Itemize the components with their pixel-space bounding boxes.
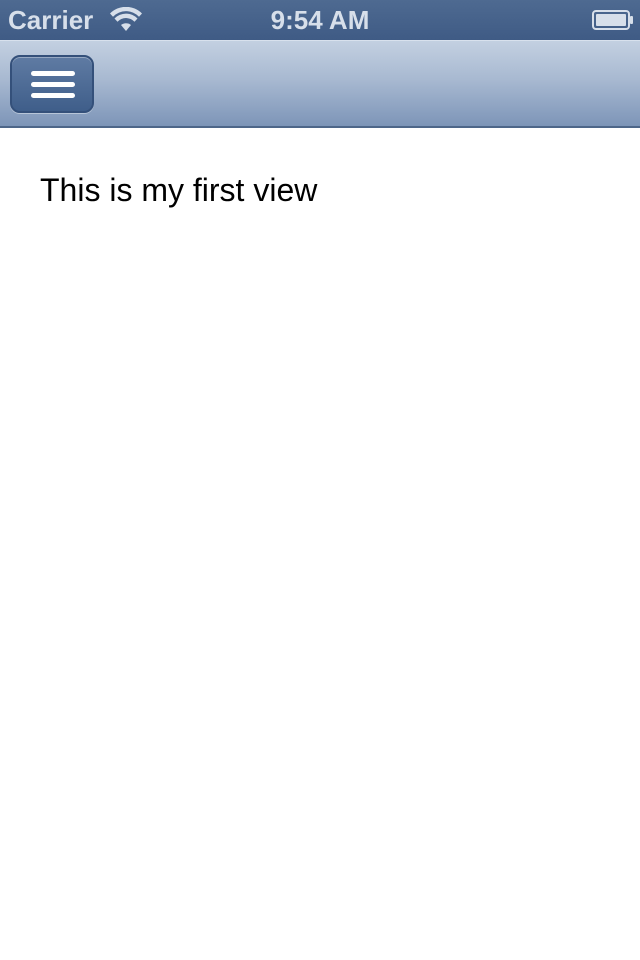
battery-icon xyxy=(592,10,633,30)
first-view-label: This is my first view xyxy=(40,172,318,208)
clock-time: 9:54 AM xyxy=(270,5,370,35)
status-bar: Carrier 9:54 AM xyxy=(0,0,640,40)
navigation-bar xyxy=(0,40,640,128)
hamburger-menu-icon xyxy=(31,71,75,98)
main-content: This is my first view xyxy=(0,130,640,960)
menu-button[interactable] xyxy=(10,55,94,113)
